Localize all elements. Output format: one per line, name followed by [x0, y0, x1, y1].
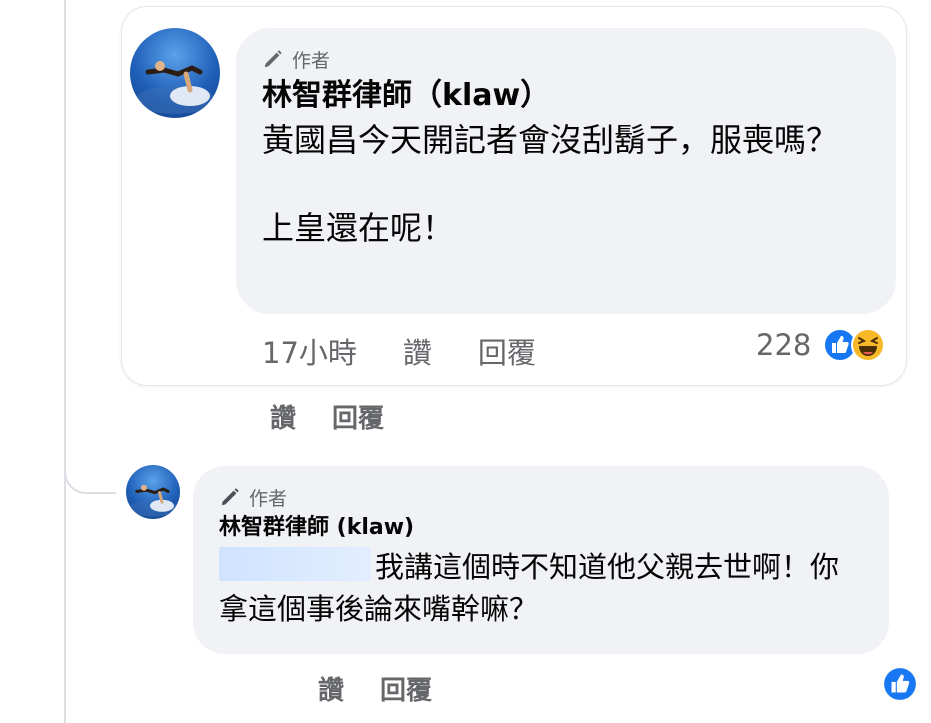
- avatar[interactable]: [130, 28, 220, 118]
- comment-text: 我講這個時不知道他父親去世啊！你拿這個事後論來嘴幹嘛？: [219, 546, 863, 630]
- author-name[interactable]: 林智群律師 (klaw): [219, 512, 863, 544]
- pencil-icon: [221, 488, 239, 506]
- avatar-photo-icon: [135, 61, 215, 114]
- reply-link[interactable]: 回覆: [380, 670, 432, 707]
- like-icon: [882, 666, 918, 702]
- comment-timestamp[interactable]: 17小時: [262, 330, 357, 372]
- author-badge: 作者: [219, 482, 863, 512]
- thread-branch-connector: [64, 452, 116, 494]
- haha-icon: [851, 328, 886, 362]
- redacted-mention: [219, 547, 371, 581]
- like-link[interactable]: 讚: [403, 330, 432, 372]
- author-name[interactable]: 林智群律師（klaw）: [262, 76, 870, 116]
- quoted-comment-meta: 17小時 讚 回覆: [262, 330, 536, 372]
- reaction-summary[interactable]: 228: [756, 328, 886, 362]
- like-link[interactable]: 讚: [318, 670, 344, 707]
- quoted-comment-bubble: 作者 林智群律師（klaw） 黃國昌今天開記者會沒刮鬍子，服喪嗎？ 上皇還在呢！: [236, 28, 896, 314]
- avatar-photo-icon: [129, 484, 177, 517]
- comment-actions: 讚 回覆: [270, 398, 384, 435]
- reply-link[interactable]: 回覆: [478, 330, 536, 372]
- reply-comment-bubble: 作者 林智群律師 (klaw) 我講這個時不知道他父親去世啊！你拿這個事後論來嘴…: [193, 466, 889, 654]
- avatar[interactable]: [126, 465, 180, 519]
- author-badge: 作者: [262, 44, 870, 74]
- pencil-icon: [264, 50, 282, 68]
- author-badge-label: 作者: [249, 487, 288, 510]
- reaction-count: 228: [756, 328, 812, 362]
- comment-text: 黃國昌今天開記者會沒刮鬍子，服喪嗎？ 上皇還在呢！: [262, 121, 839, 247]
- like-link[interactable]: 讚: [270, 398, 296, 435]
- reaction-icons: [823, 328, 886, 362]
- reply-link[interactable]: 回覆: [332, 398, 384, 435]
- reaction-summary[interactable]: [882, 666, 918, 702]
- author-badge-label: 作者: [292, 49, 331, 72]
- comment-thread: 作者 林智群律師（klaw） 黃國昌今天開記者會沒刮鬍子，服喪嗎？ 上皇還在呢！…: [0, 0, 931, 723]
- reply-comment-actions: 讚 回覆: [318, 670, 432, 707]
- thread-line: [64, 0, 66, 723]
